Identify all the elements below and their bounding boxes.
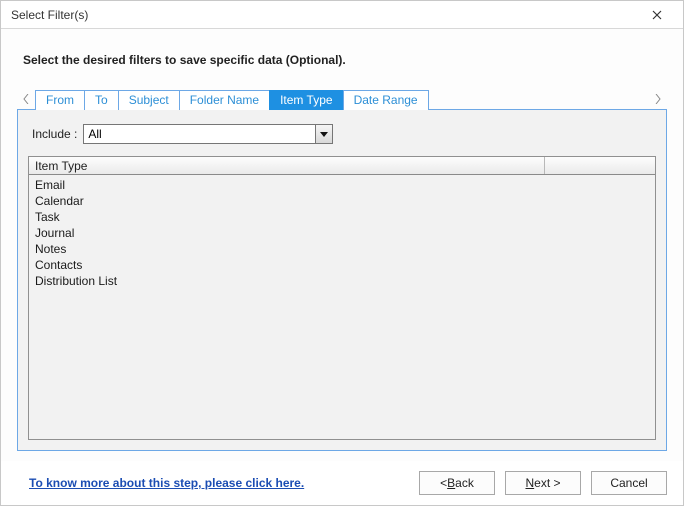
list-item[interactable]: Calendar (33, 193, 651, 209)
column-header-item-type[interactable]: Item Type (29, 157, 545, 174)
filter-panel: Include : All Item Type Email Calendar T… (17, 109, 667, 451)
chevron-left-icon (23, 94, 29, 104)
list-header: Item Type (29, 157, 655, 175)
chevron-down-icon (320, 132, 328, 137)
tab-date-range[interactable]: Date Range (343, 90, 429, 110)
tab-item-type[interactable]: Item Type (269, 90, 343, 110)
titlebar: Select Filter(s) (1, 1, 683, 29)
include-dropdown-button[interactable] (315, 125, 332, 143)
help-link[interactable]: To know more about this step, please cli… (29, 476, 304, 490)
window-title: Select Filter(s) (11, 8, 637, 22)
tab-folder-name[interactable]: Folder Name (179, 90, 270, 110)
list-item[interactable]: Email (33, 177, 651, 193)
close-icon (652, 10, 662, 20)
close-button[interactable] (637, 1, 677, 28)
tabs-container: From To Subject Folder Name Item Type Da… (35, 89, 651, 109)
list-item[interactable]: Task (33, 209, 651, 225)
tab-scroll-right[interactable] (651, 89, 665, 109)
list-item[interactable]: Distribution List (33, 273, 651, 289)
list-item[interactable]: Contacts (33, 257, 651, 273)
back-button[interactable]: < Back (419, 471, 495, 495)
instruction-text: Select the desired filters to save speci… (23, 53, 665, 67)
tab-scroll-left[interactable] (19, 89, 33, 109)
cancel-button[interactable]: Cancel (591, 471, 667, 495)
next-button[interactable]: Next > (505, 471, 581, 495)
tab-to[interactable]: To (84, 90, 119, 110)
list-item[interactable]: Notes (33, 241, 651, 257)
list-item[interactable]: Journal (33, 225, 651, 241)
include-label: Include : (32, 127, 77, 141)
tab-subject[interactable]: Subject (118, 90, 180, 110)
include-value: All (88, 127, 101, 141)
list-body: Email Calendar Task Journal Notes Contac… (29, 175, 655, 439)
item-type-list: Item Type Email Calendar Task Journal No… (28, 156, 656, 440)
tab-from[interactable]: From (35, 90, 85, 110)
chevron-right-icon (655, 94, 661, 104)
include-select[interactable]: All (83, 124, 333, 144)
column-header-spacer (545, 157, 655, 174)
